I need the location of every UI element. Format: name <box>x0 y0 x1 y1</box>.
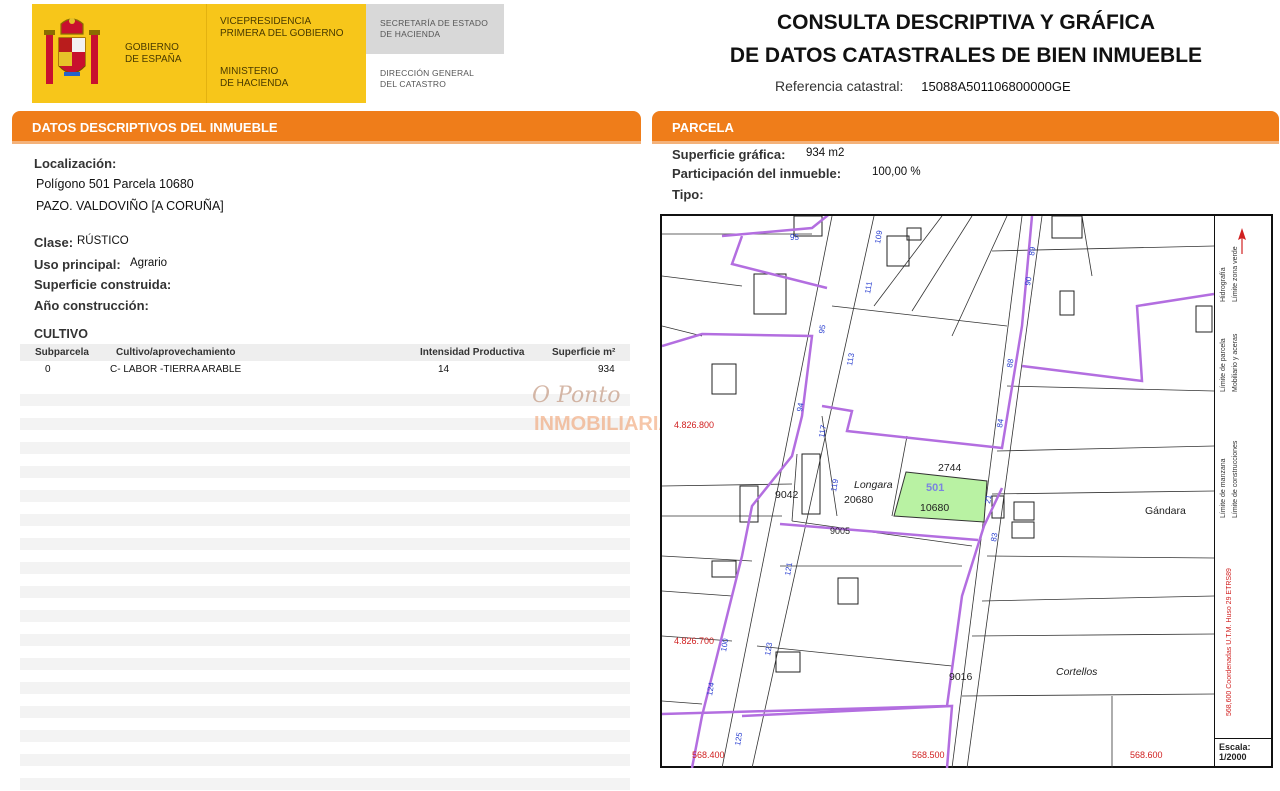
svg-text:111: 111 <box>863 280 874 294</box>
section-bar-parcela: PARCELA <box>652 111 1279 144</box>
svg-text:95: 95 <box>817 323 828 334</box>
svg-text:100: 100 <box>719 637 730 652</box>
clase-label: Clase: <box>34 235 74 250</box>
col-subparcela: Subparcela <box>35 347 89 358</box>
clase-value: RÚSTICO <box>77 235 129 247</box>
svg-text:84: 84 <box>995 417 1006 428</box>
svg-text:119: 119 <box>829 478 840 493</box>
highlighted-parcel[interactable] <box>893 471 988 523</box>
svg-text:125: 125 <box>733 731 744 746</box>
coord-x3: 568.600 <box>1130 750 1163 760</box>
label-gandara: Gándara <box>1145 505 1186 517</box>
svg-text:21: 21 <box>983 493 994 504</box>
coat-of-arms-icon <box>44 18 100 84</box>
table-header: Subparcela Cultivo/aprovechamiento Inten… <box>20 344 630 361</box>
svg-text:88: 88 <box>1005 357 1016 368</box>
svg-text:95: 95 <box>790 233 799 242</box>
table-background <box>20 382 630 791</box>
label-9005: 9005 <box>830 526 850 536</box>
watermark-line1: O Ponto <box>532 383 620 408</box>
map-scale: Escala: 1/2000 <box>1214 738 1273 768</box>
col-cultivo: Cultivo/aprovechamiento <box>116 347 236 358</box>
anio-construccion-label: Año construcción: <box>34 298 149 313</box>
superficie-grafica-label: Superficie gráfica: <box>672 147 786 162</box>
participacion-value: 100,00 % <box>872 166 921 178</box>
page-title: CONSULTA DESCRIPTIVA Y GRÁFICA DE DATOS … <box>729 11 1203 67</box>
scale-label: Escala: <box>1219 742 1251 752</box>
legend-hidrografia: Hidrografía <box>1220 267 1227 302</box>
svg-text:113: 113 <box>845 352 856 367</box>
cultivo-title: CULTIVO <box>34 327 88 341</box>
label-9016: 9016 <box>949 671 973 683</box>
superficie-grafica-value: 934 m2 <box>806 147 845 159</box>
cell-intensidad: 14 <box>438 364 450 375</box>
logo-divider <box>206 4 207 103</box>
catastro-block: SECRETARÍA DE ESTADO DE HACIENDA DIRECCI… <box>366 4 504 103</box>
legend-manzana: Límite de manzana <box>1220 458 1227 518</box>
legend-construcciones: Límite de construcciones <box>1232 440 1239 518</box>
direccion-general-text: DIRECCIÓN GENERAL DEL CATASTRO <box>366 54 504 103</box>
government-logo-block: GOBIERNO DE ESPAÑA VICEPRESIDENCIA PRIME… <box>32 4 366 103</box>
localizacion-label: Localización: <box>34 156 117 171</box>
legend-mobiliario: Mobiliario y aceras <box>1232 333 1239 392</box>
cell-cultivo: C- LABOR -TIERRA ARABLE <box>110 364 242 375</box>
map-legend: Hidrografía Límite zona verde Límite de … <box>1214 216 1273 738</box>
cell-subparcela: 0 <box>45 364 51 375</box>
svg-text:124: 124 <box>705 681 716 696</box>
uso-label: Uso principal: <box>34 257 121 272</box>
svg-text:109: 109 <box>873 229 884 244</box>
label-longara: Longara <box>854 479 893 491</box>
vicepresidencia-text: VICEPRESIDENCIA PRIMERA DEL GOBIERNO <box>220 16 344 39</box>
ministerio-text: MINISTERIO DE HACIENDA <box>220 66 289 89</box>
uso-value: Agrario <box>130 257 168 269</box>
label-poligono: 501 <box>926 482 944 494</box>
coord-x1: 568.400 <box>692 750 725 760</box>
watermark-line2: INMOBILIARIA <box>534 413 673 434</box>
ref-label: Referencia catastral: <box>775 78 904 94</box>
superficie-construida-label: Superficie construida: <box>34 277 172 292</box>
cadastral-map[interactable]: 95 109 111 113 117 95 94 119 121 123 125… <box>660 214 1273 768</box>
legend-coordenadas: 568,600 Coordenadas U.T.M. Huso 29 ETRS8… <box>1226 568 1233 716</box>
label-cortellos: Cortellos <box>1056 666 1098 678</box>
legend-zona-verde: Límite zona verde <box>1232 246 1239 302</box>
ref-value: 15088A501106800000GE <box>921 79 1071 94</box>
secretaria-text: SECRETARÍA DE ESTADO DE HACIENDA <box>366 4 504 54</box>
svg-text:90: 90 <box>1023 275 1034 286</box>
coord-y1: 4.826.800 <box>674 420 714 430</box>
label-parcela: 10680 <box>920 502 949 514</box>
svg-text:89: 89 <box>1027 245 1038 256</box>
col-intensidad: Intensidad Productiva <box>420 347 525 358</box>
section-bar-descriptive: DATOS DESCRIPTIVOS DEL INMUEBLE <box>12 111 641 144</box>
label-20680: 20680 <box>844 494 873 506</box>
gobierno-de-espana-text: GOBIERNO DE ESPAÑA <box>125 42 182 65</box>
map-drawing: 95 109 111 113 117 95 94 119 121 123 125… <box>662 216 1214 768</box>
participacion-label: Participación del inmueble: <box>672 166 842 181</box>
svg-text:117: 117 <box>817 424 828 439</box>
localizacion-line2: PAZO. VALDOVIÑO [A CORUÑA] <box>36 199 224 213</box>
label-9042: 9042 <box>775 489 799 501</box>
localizacion-line1: Polígono 501 Parcela 10680 <box>36 177 194 191</box>
col-superficie: Superficie m² <box>552 347 616 358</box>
legend-limite-parcela: Límite de parcela <box>1220 338 1227 392</box>
svg-text:123: 123 <box>763 641 774 656</box>
tipo-label: Tipo: <box>672 187 704 202</box>
svg-text:121: 121 <box>783 561 794 576</box>
scale-value: 1/2000 <box>1219 752 1247 762</box>
label-2744: 2744 <box>938 462 962 474</box>
coord-x2: 568.500 <box>912 750 945 760</box>
referencia-catastral: Referencia catastral: 15088A501106800000… <box>775 78 1071 94</box>
svg-text:83: 83 <box>989 531 1000 542</box>
coord-y2: 4.826.700 <box>674 636 714 646</box>
